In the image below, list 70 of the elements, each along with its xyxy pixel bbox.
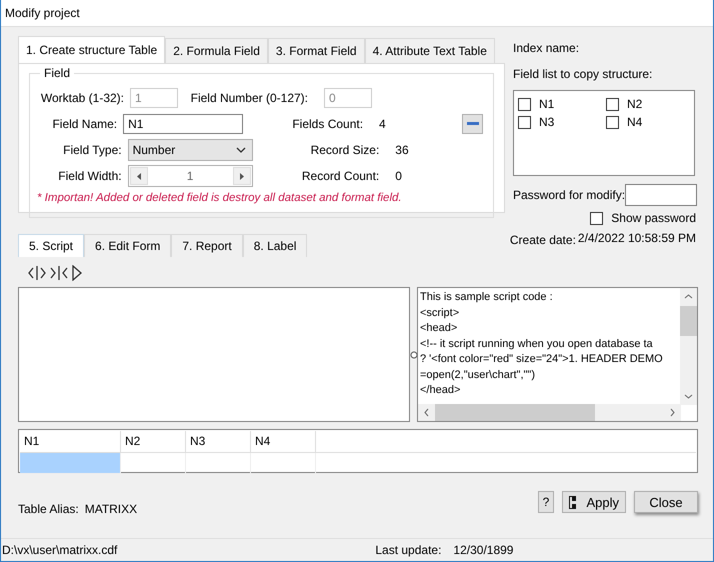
table-cell[interactable] xyxy=(20,453,121,474)
password-field[interactable] xyxy=(625,184,698,206)
field-checkbox[interactable]: N1 xyxy=(518,95,606,113)
chevron-down-icon xyxy=(236,147,246,153)
code-line: <script> xyxy=(420,306,460,320)
vertical-scrollbar[interactable] xyxy=(680,288,697,405)
column-header[interactable]: N1 xyxy=(20,431,121,452)
play-icon[interactable] xyxy=(72,265,82,281)
window-title: Modify project xyxy=(5,6,80,20)
tab[interactable]: 2. Formula Field xyxy=(165,38,268,63)
field-label: Worktab (1-32): xyxy=(40,91,125,105)
record-size-value: 36 xyxy=(395,143,410,157)
warning-text: * Importan! Added or deleted field is destroy all dataset and format field. xyxy=(36,192,403,204)
create-date-value: 2/4/2022 10:58:59 PM xyxy=(578,231,696,245)
code-tag-icon[interactable] xyxy=(28,265,46,281)
save-icon xyxy=(569,496,576,508)
tab[interactable]: 3. Format Field xyxy=(268,38,365,63)
field-label: Record Count: xyxy=(300,169,380,183)
field-type-dropdown[interactable]: Number xyxy=(128,139,253,161)
right-arrow-icon xyxy=(240,172,244,180)
index-name-label: Index name: xyxy=(513,41,580,55)
code-line: ? '<font color="red" size="24">1. HEADER DEMO xyxy=(420,352,663,367)
copy-structure-label: Field list to copy structure: xyxy=(513,67,654,81)
last-update-label: Last update: xyxy=(375,543,442,557)
record-count-value: 0 xyxy=(395,169,403,183)
tab[interactable]: 5. Script xyxy=(18,234,84,257)
field-checkbox[interactable]: N3 xyxy=(518,113,606,131)
table-alias-value: MATRIXX xyxy=(84,502,138,516)
field-checkbox[interactable]: N2 xyxy=(606,95,686,113)
field-width-spinner[interactable]: 1 xyxy=(128,165,253,187)
password-label: Password for modify: xyxy=(513,188,626,202)
field-label: Field Type: xyxy=(62,143,123,157)
left-arrow-icon xyxy=(136,172,141,180)
horizontal-scrollbar[interactable] xyxy=(418,404,681,421)
field-label: Fields Count: xyxy=(291,117,364,131)
last-update-value: 12/30/1899 xyxy=(453,543,514,557)
create-date-label: Create date: xyxy=(510,233,576,247)
help-button[interactable]: ? xyxy=(538,491,554,513)
data-grid[interactable]: N1 N2 N3 N4 xyxy=(18,429,698,473)
collapse-icon[interactable] xyxy=(50,265,68,281)
column-header[interactable]: N3 xyxy=(186,431,251,452)
field-label: Field Number (0-127): xyxy=(190,91,309,105)
code-line: This is sample script code : xyxy=(420,290,553,305)
group-title: Field xyxy=(40,66,74,80)
tab[interactable]: 1. Create structure Table xyxy=(18,36,166,63)
field-label: Record Size: xyxy=(310,143,380,157)
tab[interactable]: 7. Report xyxy=(171,234,243,257)
field-label: Field Width: xyxy=(57,169,123,183)
code-line: <head> xyxy=(420,321,458,336)
close-button[interactable]: Close xyxy=(634,491,698,513)
column-header[interactable]: N2 xyxy=(121,431,186,452)
show-password-checkbox[interactable]: Show password xyxy=(590,211,696,225)
column-header[interactable]: N4 xyxy=(251,431,316,452)
field-checkbox[interactable]: N4 xyxy=(606,113,686,131)
splitter-handle-icon[interactable] xyxy=(410,350,418,358)
field-name-field[interactable]: N1 xyxy=(123,114,243,134)
script-editor[interactable]: This is sample script code : <script> <head> <!-- it script running when you open database ta ? '<font color="red" size="24">1. HEADER DEMO =open(2,"user\chart","") </head> xyxy=(417,287,698,422)
minus-icon xyxy=(466,122,479,126)
file-path: D:\vx\user\matrixx.cdf xyxy=(2,543,118,557)
code-line: </head> xyxy=(420,383,460,398)
code-line: <!-- it script running when you open database ta xyxy=(420,336,653,352)
tab[interactable]: 6. Edit Form xyxy=(84,234,172,257)
remove-field-button[interactable] xyxy=(462,114,484,134)
apply-button[interactable]: Apply xyxy=(562,491,626,513)
tab[interactable]: 8. Label xyxy=(242,234,308,257)
code-line: =open(2,"user\chart","") xyxy=(420,368,535,382)
fields-count-value: 4 xyxy=(379,117,387,131)
table-alias-label: Table Alias: xyxy=(18,502,79,516)
field-label: Field Name: xyxy=(51,117,118,131)
tab[interactable]: 4. Attribute Text Table xyxy=(364,38,495,63)
